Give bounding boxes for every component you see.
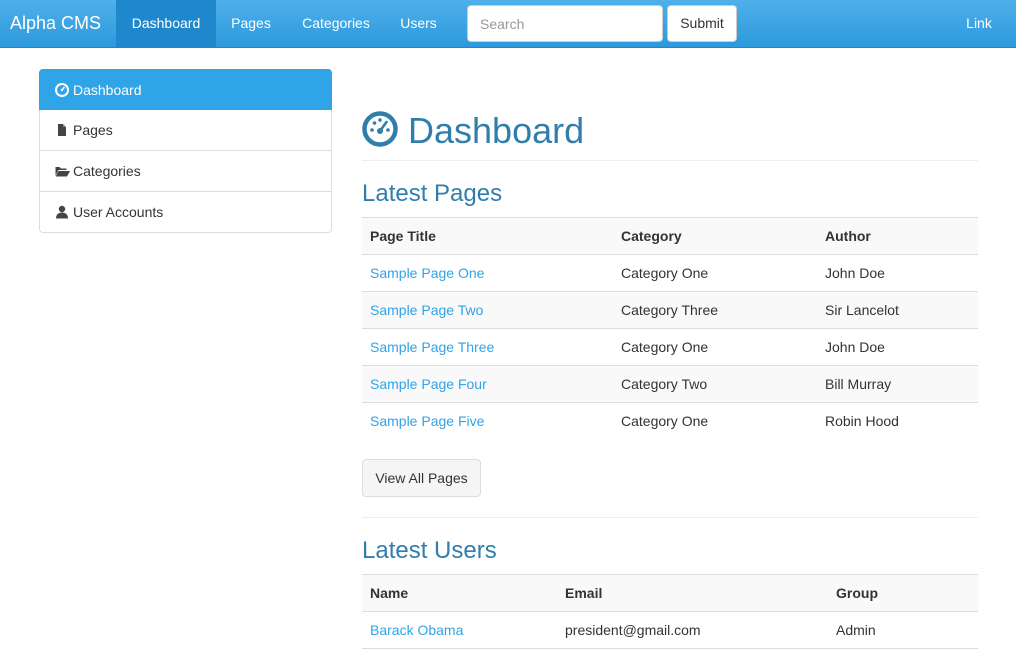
latest-users-heading: Latest Users: [362, 537, 497, 564]
view-all-pages-button[interactable]: View All Pages: [362, 459, 481, 497]
sidebar: Dashboard Pages Categories User Accounts: [39, 69, 332, 233]
sidebar-item-dashboard[interactable]: Dashboard: [39, 69, 332, 110]
brand-logo[interactable]: Alpha CMS: [10, 0, 101, 47]
column-header-name: Name: [362, 574, 557, 612]
table-header-row: Page Title Category Author: [362, 217, 978, 255]
column-header-email: Email: [557, 574, 828, 612]
column-header-group: Group: [828, 574, 978, 612]
sidebar-item-categories[interactable]: Categories: [39, 151, 332, 192]
sidebar-item-label: Categories: [73, 163, 141, 179]
nav-item-dashboard[interactable]: Dashboard: [116, 0, 216, 47]
dashboard-icon: [55, 83, 69, 97]
page-author-cell: Sir Lancelot: [817, 291, 978, 329]
user-name-link[interactable]: Barack Obama: [362, 611, 557, 649]
user-group-cell: Admin: [828, 611, 978, 649]
user-email-cell: president@gmail.com: [557, 611, 828, 649]
page-title-link[interactable]: Sample Page Three: [362, 328, 613, 366]
nav-item-categories[interactable]: Categories: [286, 0, 386, 47]
page-category-cell: Category One: [613, 328, 817, 366]
column-header-author: Author: [817, 217, 978, 255]
table-row: Barack Obama president@gmail.com Admin: [362, 611, 978, 649]
table-row: Sample Page Three Category One John Doe: [362, 328, 978, 366]
sidebar-item-label: User Accounts: [73, 204, 164, 220]
dashboard-icon: [362, 111, 398, 147]
top-navbar: Alpha CMS Dashboard Pages Categories Use…: [0, 0, 1016, 48]
latest-pages-table: Page Title Category Author Sample Page O…: [362, 217, 978, 440]
latest-pages-heading: Latest Pages: [362, 180, 503, 207]
table-row: Sample Page Five Category One Robin Hood: [362, 403, 978, 440]
page-title-link[interactable]: Sample Page Two: [362, 291, 613, 329]
column-header-page-title: Page Title: [362, 217, 613, 255]
latest-users-table: Name Email Group Barack Obama president@…: [362, 574, 978, 649]
folder-open-icon: [55, 167, 70, 177]
table-row: Sample Page One Category One John Doe: [362, 254, 978, 292]
page-author-cell: John Doe: [817, 328, 978, 366]
page-author-cell: John Doe: [817, 254, 978, 292]
page-category-cell: Category One: [621, 413, 709, 430]
section-divider: [362, 517, 978, 518]
sidebar-item-label: Dashboard: [73, 82, 142, 98]
nav-link-right[interactable]: Link: [950, 0, 1008, 47]
page-title: Dashboard: [362, 108, 978, 161]
sidebar-item-label: Pages: [73, 122, 113, 138]
page-author-cell: Bill Murray: [817, 365, 978, 403]
table-row: Sample Page Two Category Three Sir Lance…: [362, 291, 978, 329]
page-title-link[interactable]: Sample Page Four: [362, 365, 613, 403]
table-header-row: Name Email Group: [362, 574, 978, 612]
submit-button[interactable]: Submit: [667, 5, 737, 42]
page-category-cell: Category Two: [613, 365, 817, 403]
user-icon: [56, 205, 68, 219]
page-category-cell: Category One: [613, 254, 817, 292]
nav-item-users[interactable]: Users: [386, 0, 451, 47]
table-row: Sample Page Four Category Two Bill Murra…: [362, 365, 978, 403]
sidebar-item-user-accounts[interactable]: User Accounts: [39, 192, 332, 233]
nav-item-pages[interactable]: Pages: [216, 0, 286, 47]
page-title-text: Dashboard: [408, 110, 585, 151]
sidebar-item-pages[interactable]: Pages: [39, 110, 332, 151]
page-title-link[interactable]: Sample Page One: [362, 254, 613, 292]
page-category-cell: Category Three: [613, 291, 817, 329]
file-icon: [58, 124, 66, 136]
page-title-link[interactable]: Sample Page Five: [362, 403, 613, 440]
column-header-category: Category: [613, 217, 817, 255]
page-author-cell: Robin Hood: [825, 413, 899, 430]
search-input[interactable]: [467, 5, 663, 42]
